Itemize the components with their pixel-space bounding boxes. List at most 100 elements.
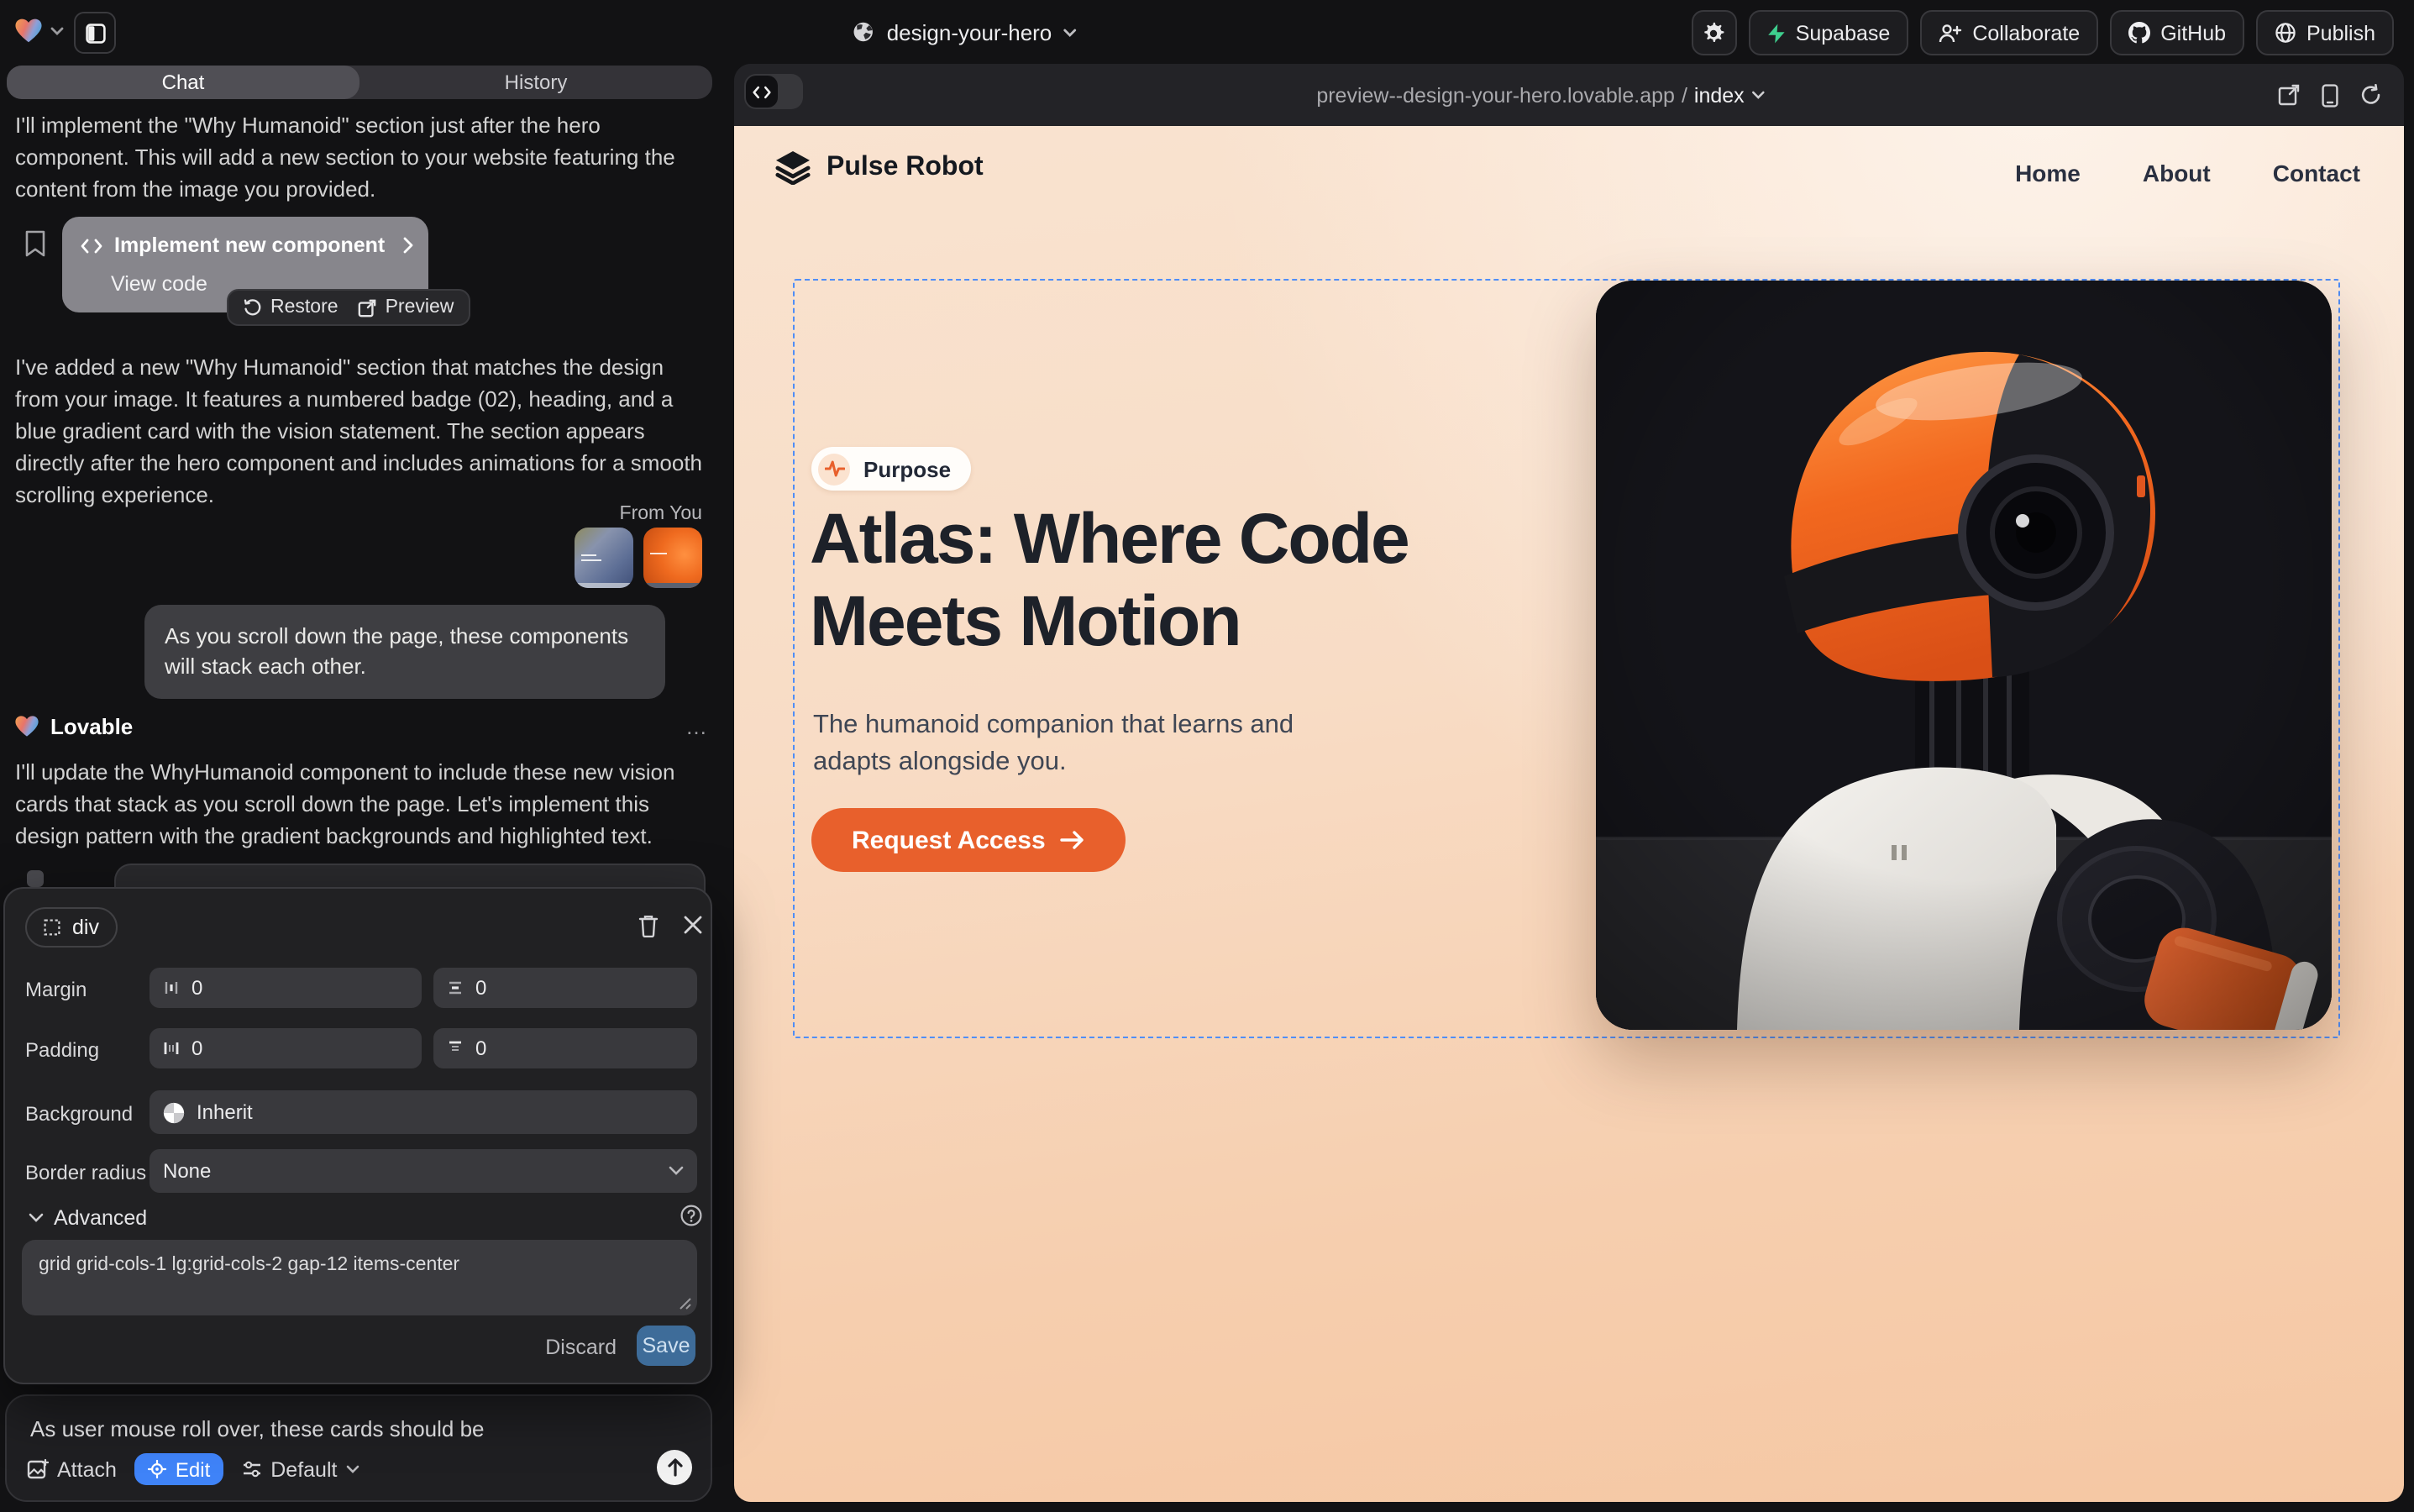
padding-x-input[interactable]: 0 — [150, 1028, 422, 1068]
nav-home[interactable]: Home — [2015, 160, 2081, 186]
sidebar-panel-icon — [85, 23, 105, 43]
open-preview-icon — [359, 298, 377, 317]
attachment-thumbnail-orange[interactable] — [643, 528, 702, 588]
restore-label: Restore — [270, 297, 338, 318]
edit-mode-button[interactable]: Edit — [135, 1453, 223, 1485]
sidebar-toggle-button[interactable] — [74, 12, 116, 54]
view-code-link[interactable]: View code — [111, 272, 207, 296]
from-you-label: From You — [620, 504, 702, 524]
hero-heading-line2: Meets Motion — [810, 580, 1241, 659]
robot-illustration — [1596, 281, 2332, 1030]
composer-input[interactable]: As user mouse roll over, these cards sho… — [30, 1416, 485, 1441]
tailwind-classes-textarea[interactable]: grid grid-cols-1 lg:grid-cols-2 gap-12 i… — [22, 1240, 697, 1315]
chat-composer[interactable]: As user mouse roll over, these cards sho… — [5, 1394, 712, 1502]
resize-handle-icon[interactable] — [679, 1297, 692, 1310]
component-card-title: Implement new component — [114, 234, 385, 257]
message-menu-button[interactable]: … — [685, 714, 709, 739]
mode-selector[interactable]: Default — [242, 1457, 359, 1481]
nav-about[interactable]: About — [2143, 160, 2211, 186]
advanced-label: Advanced — [54, 1206, 147, 1230]
edit-target-icon — [149, 1460, 167, 1478]
code-preview-toggle[interactable] — [744, 74, 803, 109]
tab-chat[interactable]: Chat — [7, 66, 359, 99]
chevron-right-icon — [403, 237, 413, 254]
github-icon — [2128, 22, 2150, 44]
element-dashed-box-icon — [44, 919, 60, 936]
margin-y-input[interactable]: 0 — [433, 968, 697, 1008]
margin-y-value: 0 — [475, 976, 486, 1000]
project-switcher[interactable]: design-your-hero — [852, 0, 1078, 64]
publish-label: Publish — [2306, 21, 2375, 45]
chat-panel: Chat History I'll implement the "Why Hum… — [0, 64, 731, 1512]
arrow-right-icon — [1061, 830, 1086, 850]
code-icon — [81, 238, 102, 253]
preview-button[interactable]: Preview — [359, 297, 454, 318]
github-button[interactable]: GitHub — [2110, 10, 2244, 55]
margin-x-value: 0 — [192, 976, 202, 1000]
advanced-section-toggle[interactable]: Advanced — [29, 1206, 147, 1230]
attach-button[interactable]: Attach — [27, 1457, 117, 1481]
hero-heading: Atlas: Where Code Meets Motion — [810, 499, 1409, 663]
settings-button[interactable] — [1692, 10, 1737, 55]
request-access-label: Request Access — [852, 826, 1046, 854]
background-label: Background — [25, 1102, 133, 1126]
supabase-label: Supabase — [1796, 21, 1891, 45]
supabase-button[interactable]: Supabase — [1749, 10, 1909, 55]
mobile-view-icon[interactable] — [2322, 83, 2338, 107]
github-label: GitHub — [2160, 21, 2226, 45]
close-icon[interactable] — [684, 916, 702, 934]
padding-y-input[interactable]: 0 — [433, 1028, 697, 1068]
background-input[interactable]: Inherit — [150, 1090, 697, 1134]
open-in-new-tab-icon[interactable] — [2278, 84, 2300, 106]
refresh-icon[interactable] — [2360, 84, 2382, 106]
attach-label: Attach — [57, 1457, 117, 1481]
send-button[interactable] — [657, 1450, 692, 1485]
code-toggle-segment[interactable] — [746, 76, 778, 108]
preview-url-breadcrumb[interactable]: preview--design-your-hero.lovable.app / … — [1316, 64, 1764, 126]
arrow-up-icon — [666, 1458, 683, 1477]
discard-button[interactable]: Discard — [545, 1336, 617, 1359]
margin-x-input[interactable]: 0 — [150, 968, 422, 1008]
edit-label: Edit — [176, 1457, 210, 1481]
tab-history-label: History — [505, 71, 568, 94]
assistant-message-1: I'll implement the "Why Humanoid" sectio… — [15, 109, 709, 206]
preview-window: preview--design-your-hero.lovable.app / … — [734, 64, 2404, 1502]
chat-history-tabs: Chat History — [7, 66, 712, 99]
collaborate-label: Collaborate — [1972, 21, 2080, 45]
tab-history[interactable]: History — [359, 66, 712, 99]
margin-x-icon — [163, 979, 180, 996]
site-header: Pulse Robot Home About Contact — [734, 126, 2404, 223]
site-brand[interactable]: Pulse Robot — [774, 151, 984, 185]
site-brand-name: Pulse Robot — [827, 153, 984, 183]
restore-button[interactable]: Restore — [244, 297, 338, 318]
request-access-button[interactable]: Request Access — [811, 808, 1126, 872]
attachment-thumbnail-blue[interactable] — [575, 528, 633, 588]
lovable-app: design-your-hero Supabase — [0, 0, 2414, 1512]
nav-contact[interactable]: Contact — [2273, 160, 2360, 186]
save-button[interactable]: Save — [637, 1326, 695, 1366]
transparent-swatch-icon — [163, 1101, 185, 1123]
preview-page: index — [1694, 83, 1745, 107]
purpose-badge: Purpose — [811, 447, 971, 491]
padding-y-value: 0 — [475, 1037, 486, 1060]
lovable-heart-icon — [15, 18, 42, 44]
trash-icon[interactable] — [638, 914, 659, 937]
bookmark-icon[interactable] — [25, 230, 45, 257]
padding-x-value: 0 — [192, 1037, 202, 1060]
hero-subheading: The humanoid companion that learns and a… — [813, 707, 1367, 783]
border-radius-select[interactable]: None — [150, 1149, 697, 1193]
publish-button[interactable]: Publish — [2256, 10, 2394, 55]
padding-y-icon — [447, 1040, 464, 1057]
chevron-down-icon — [1751, 91, 1765, 99]
mode-label: Default — [270, 1457, 337, 1481]
chevron-down-icon — [669, 1166, 684, 1176]
assistant-header: Lovable … — [15, 714, 709, 739]
chevron-down-icon — [345, 1465, 359, 1473]
collaborate-button[interactable]: Collaborate — [1920, 10, 2098, 55]
margin-y-icon — [447, 979, 464, 996]
workspace-menu[interactable] — [15, 18, 64, 44]
help-icon[interactable] — [680, 1205, 702, 1226]
collaborate-people-icon — [1939, 23, 1962, 43]
background-value: Inherit — [197, 1100, 253, 1124]
selected-element-chip[interactable]: div — [25, 907, 118, 948]
